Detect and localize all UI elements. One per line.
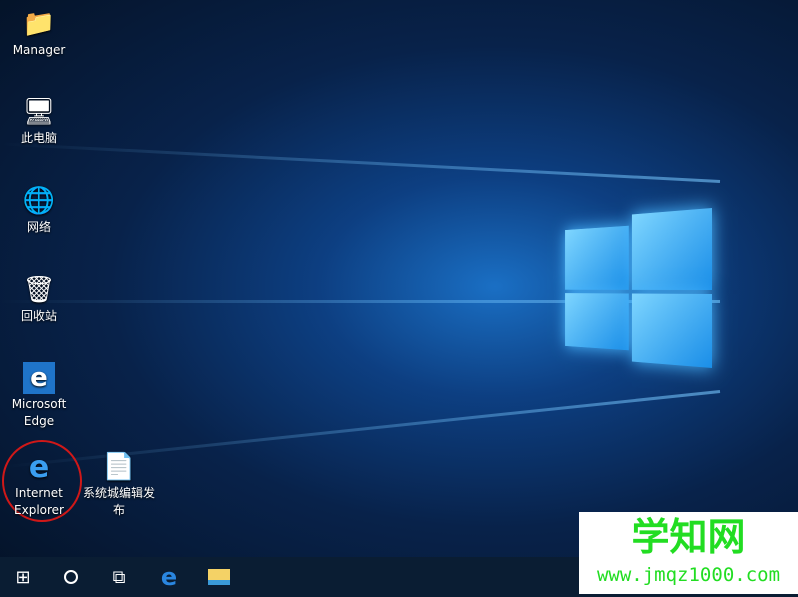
desktop-icon-manager[interactable]: 📁 Manager — [0, 8, 78, 59]
watermark-logo: 学知网 www.jmqz1000.com — [579, 512, 798, 594]
desktop-icon-edge[interactable]: e Microsoft Edge — [0, 362, 78, 430]
desktop-icon-recycle-bin[interactable]: 🗑 回收站 — [0, 274, 78, 325]
folder-icon — [208, 569, 230, 585]
desktop-icon-this-pc[interactable]: 🖥 此电脑 — [0, 96, 78, 147]
computer-icon: 🖥 — [22, 96, 56, 127]
windows-logo — [565, 208, 712, 368]
taskbar-file-explorer-button[interactable] — [196, 557, 242, 597]
network-icon: 🌐 — [22, 185, 56, 216]
text-file-icon: 📄 — [102, 451, 136, 482]
cortana-button[interactable] — [48, 557, 94, 597]
edge-icon: e — [23, 362, 55, 394]
taskbar-edge-button[interactable]: e — [146, 557, 192, 597]
windows-start-icon: ⊞ — [15, 566, 31, 588]
cortana-circle-icon — [64, 570, 78, 584]
desktop-icon-network[interactable]: 🌐 网络 — [0, 185, 78, 236]
desktop-icon-text-file[interactable]: 📄 系统城编辑发布 — [80, 451, 158, 519]
start-button[interactable]: ⊞ — [0, 557, 46, 597]
desktop-icon-internet-explorer[interactable]: e Internet Explorer — [0, 451, 78, 519]
task-view-icon: ⧉ — [112, 566, 126, 588]
task-view-button[interactable]: ⧉ — [96, 557, 142, 597]
user-folder-icon: 📁 — [22, 8, 56, 39]
internet-explorer-icon: e — [28, 449, 50, 485]
edge-icon: e — [160, 563, 178, 591]
recycle-bin-icon: 🗑 — [22, 274, 56, 305]
